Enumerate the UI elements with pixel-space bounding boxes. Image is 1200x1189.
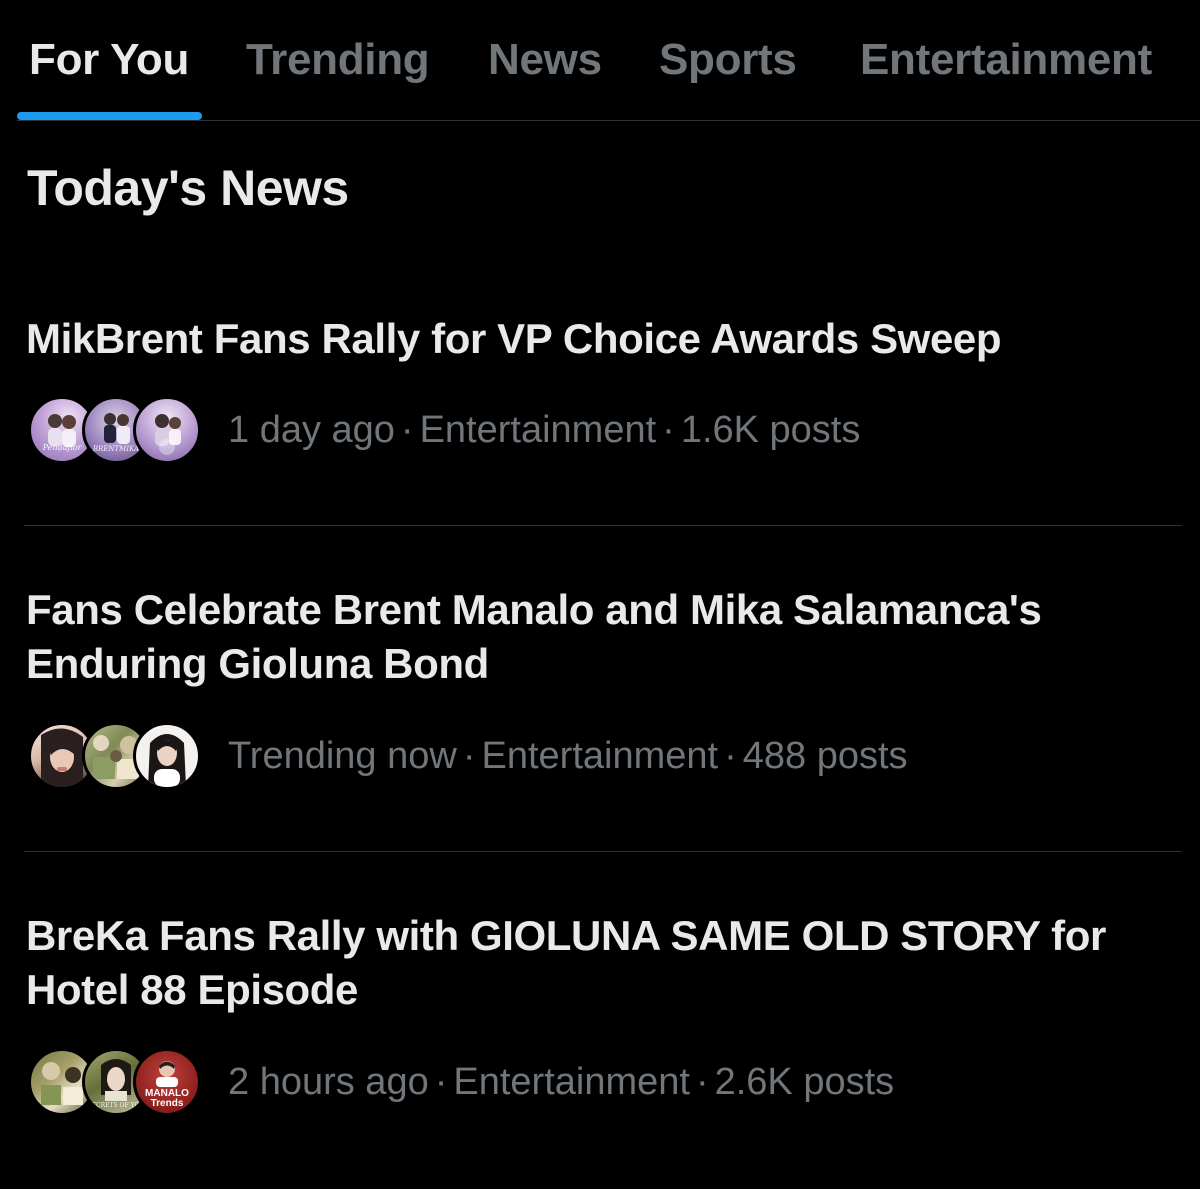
avatar-caption: MANALO Trends <box>145 1088 189 1109</box>
meta-separator: · <box>462 735 476 777</box>
news-headline[interactable]: BreKa Fans Rally with GIOLUNA SAME OLD S… <box>26 909 1176 1017</box>
news-category: Entertainment <box>453 1061 690 1103</box>
news-time: 2 hours ago <box>228 1061 429 1103</box>
tab-bar: For You Trending News Sports Entertainme… <box>0 0 1200 121</box>
active-tab-indicator <box>17 112 202 120</box>
tab-label: News <box>488 35 602 84</box>
couple-photo-avatar <box>133 396 201 464</box>
avatar-art <box>155 414 181 455</box>
news-divider <box>24 525 1182 526</box>
news-post-count: 488 posts <box>742 735 908 777</box>
avatar-art <box>148 734 186 787</box>
tab-bar-divider <box>17 120 1200 121</box>
meta-separator: · <box>724 735 737 777</box>
avatar-stack: Pendaflor BRENTMIKA <box>28 392 203 468</box>
tab-label: Trending <box>246 35 430 84</box>
news-time: 1 day ago <box>228 409 395 451</box>
news-meta: Pendaflor BRENTMIKA 1 day ago · Entertai… <box>28 392 860 468</box>
tab-trending[interactable]: Trending <box>246 0 430 118</box>
meta-separator: · <box>400 409 414 451</box>
news-meta: SECRETS OF YOU MANALO Trends 2 hours ago… <box>28 1044 894 1120</box>
news-headline[interactable]: Fans Celebrate Brent Manalo and Mika Sal… <box>26 583 1176 691</box>
news-meta-text: 2 hours ago · Entertainment · 2.6K posts <box>228 1060 894 1104</box>
news-category: Entertainment <box>419 409 657 451</box>
logo-avatar: MANALO Trends <box>133 1048 201 1116</box>
tab-label: For You <box>29 35 190 84</box>
tab-news[interactable]: News <box>488 0 602 118</box>
section-title: Today's News <box>27 160 349 216</box>
news-post-count: 2.6K posts <box>714 1061 895 1103</box>
tab-label: Entertainment <box>860 35 1152 84</box>
news-post-count: 1.6K posts <box>680 409 861 451</box>
meta-separator: · <box>695 1061 709 1103</box>
avatar-stack <box>28 718 203 794</box>
news-headline[interactable]: MikBrent Fans Rally for VP Choice Awards… <box>26 312 1176 366</box>
news-divider <box>24 851 1182 852</box>
tab-entertainment[interactable]: Entertainment <box>860 0 1152 118</box>
tab-sports[interactable]: Sports <box>659 0 797 118</box>
news-time: Trending now <box>228 735 457 777</box>
tab-for-you[interactable]: For You <box>29 0 189 118</box>
avatar-caption: Pendaflor <box>42 443 82 452</box>
news-meta-text: Trending now · Entertainment · 488 posts <box>228 734 908 778</box>
news-category: Entertainment <box>481 735 719 777</box>
news-meta-text: 1 day ago · Entertainment · 1.6K posts <box>228 408 860 452</box>
meta-separator: · <box>434 1061 448 1103</box>
meta-separator: · <box>662 409 675 451</box>
news-meta: Trending now · Entertainment · 488 posts <box>28 718 908 794</box>
portrait-avatar <box>133 722 201 790</box>
avatar-stack: SECRETS OF YOU MANALO Trends <box>28 1044 203 1120</box>
tab-label: Sports <box>659 35 797 84</box>
